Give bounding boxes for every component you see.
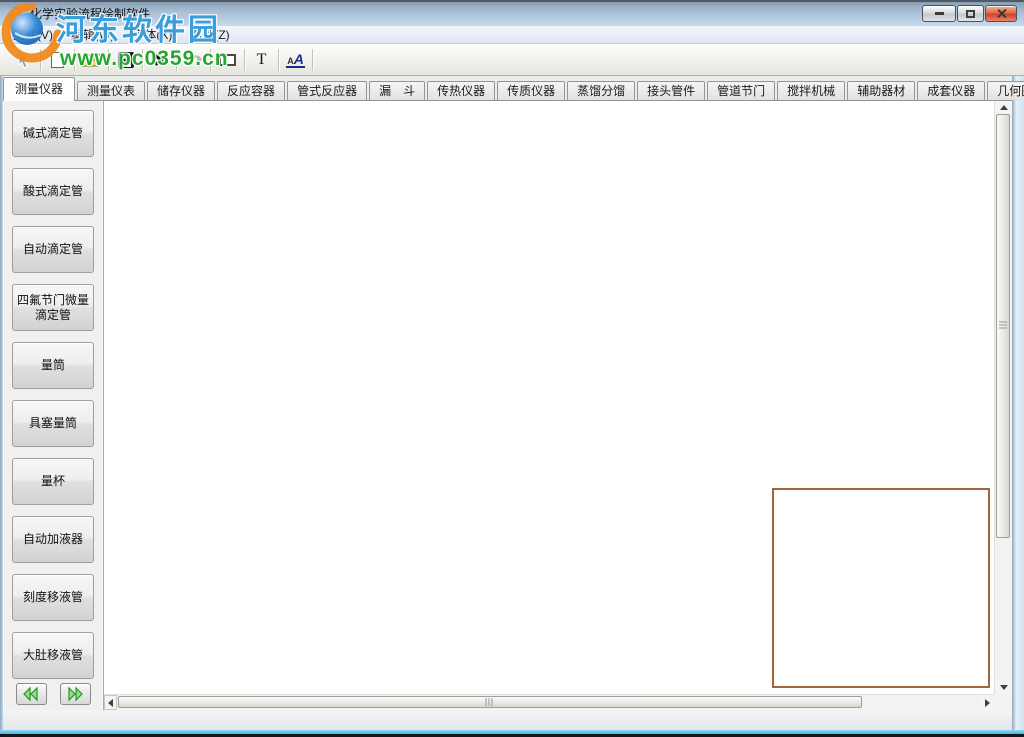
window-title: 化学实验流程绘制软件	[30, 7, 151, 21]
item-volumetric-pipette-button[interactable]: 大肚移液管	[12, 632, 94, 679]
scroll-down-button[interactable]	[995, 681, 1012, 694]
open-folder-icon	[81, 52, 102, 66]
new-document-button[interactable]	[42, 47, 73, 73]
item-auto-burette-button[interactable]: 自动滴定管	[12, 226, 94, 273]
double-arrow-right-icon	[68, 686, 83, 702]
tab-measuring-instruments[interactable]: 测量仪器	[3, 77, 76, 101]
tab-heat-transfer[interactable]: 传热仪器	[427, 81, 496, 100]
text-tool-button[interactable]: T	[246, 47, 277, 73]
save-icon	[117, 51, 134, 68]
close-button[interactable]	[985, 5, 1017, 22]
scrollbar-corner	[994, 694, 1012, 710]
drawn-rectangle-shape[interactable]	[772, 488, 990, 688]
page-previous-button[interactable]	[15, 683, 47, 705]
toolbar-separator	[108, 48, 109, 71]
sidebar-pager	[3, 683, 103, 705]
drawing-canvas[interactable]	[104, 101, 994, 694]
tab-storage-vessels[interactable]: 储存仪器	[147, 81, 216, 100]
tab-joints-fittings[interactable]: 接头管件	[637, 81, 706, 100]
vertical-scrollbar-thumb[interactable]	[996, 114, 1010, 538]
window-frame-bottom	[0, 730, 1024, 737]
new-document-icon	[51, 51, 64, 68]
canvas-zone	[104, 101, 1012, 710]
title-bar: 化学实验流程绘制软件	[0, 0, 1024, 26]
tab-stirring-machinery[interactable]: 搅拌机械	[777, 81, 846, 100]
tab-tube-reactors[interactable]: 管式反应器	[287, 81, 368, 100]
tab-distillation[interactable]: 蒸馏分馏	[567, 81, 636, 100]
scroll-left-button[interactable]	[104, 695, 117, 710]
toolbar: T A A	[0, 44, 1024, 76]
tab-reaction-vessels[interactable]: 反应容器	[217, 81, 286, 100]
status-bar	[3, 710, 1012, 730]
delete-button[interactable]	[144, 47, 175, 73]
tab-pipe-valves[interactable]: 管道节门	[707, 81, 776, 100]
font-tool-button[interactable]: A A	[280, 47, 311, 73]
tab-funnels[interactable]: 漏 斗	[369, 81, 426, 100]
delete-cross-icon	[153, 53, 167, 67]
tab-auxiliary-equipment[interactable]: 辅助器材	[847, 81, 916, 100]
tab-geometric-shapes[interactable]: 几何图形	[987, 81, 1024, 100]
minimize-button[interactable]	[922, 5, 956, 22]
horizontal-scrollbar-thumb[interactable]	[118, 696, 862, 708]
toolbar-separator	[210, 48, 211, 71]
instrument-sidebar: 碱式滴定管 酸式滴定管 自动滴定管 四氟节门微量滴定管 量筒 具塞量筒 量杯 自…	[3, 101, 104, 710]
scroll-up-button[interactable]	[995, 101, 1012, 114]
tab-complete-sets[interactable]: 成套仪器	[917, 81, 986, 100]
text-tool-icon: T	[256, 50, 267, 68]
toolbar-separator	[40, 48, 41, 71]
arrow-right-icon	[985, 698, 990, 707]
rectangle-icon	[219, 53, 236, 66]
menu-edit[interactable]: 编辑(W)	[62, 25, 123, 44]
tab-measuring-meters[interactable]: 测量仪表	[77, 81, 146, 100]
maximize-button[interactable]	[957, 5, 984, 22]
redo-button[interactable]	[178, 47, 209, 73]
arrow-left-icon	[108, 698, 113, 707]
item-acid-burette-button[interactable]: 酸式滴定管	[12, 168, 94, 215]
page-next-button[interactable]	[59, 683, 91, 705]
maximize-icon	[966, 9, 975, 18]
pointer-tool-button[interactable]	[8, 47, 39, 73]
arrow-down-icon	[999, 685, 1008, 690]
open-file-button[interactable]	[76, 47, 107, 73]
font-icon: A A	[286, 50, 305, 68]
double-arrow-left-icon	[23, 686, 38, 702]
toolbar-separator	[278, 48, 279, 71]
arrow-up-icon	[999, 105, 1008, 110]
scroll-right-button[interactable]	[981, 695, 994, 710]
toolbar-separator	[312, 48, 313, 71]
category-tab-bar: 测量仪器 测量仪表 储存仪器 反应容器 管式反应器 漏 斗 传热仪器 传质仪器 …	[3, 76, 1024, 101]
menu-help[interactable]: 帮助(Z)	[181, 25, 238, 44]
item-stoppered-cylinder-button[interactable]: 具塞量筒	[12, 400, 94, 447]
app-icon	[10, 7, 22, 22]
toolbar-separator	[142, 48, 143, 71]
main-content: 碱式滴定管 酸式滴定管 自动滴定管 四氟节门微量滴定管 量筒 具塞量筒 量杯 自…	[3, 100, 1012, 710]
minimize-icon	[934, 12, 944, 15]
toolbar-separator	[244, 48, 245, 71]
vertical-scrollbar[interactable]	[994, 101, 1012, 694]
toolbar-separator	[74, 48, 75, 71]
item-measuring-cup-button[interactable]: 量杯	[12, 458, 94, 505]
save-file-button[interactable]	[110, 47, 141, 73]
menu-font[interactable]: 字体(X)	[123, 25, 181, 44]
toolbar-separator	[176, 48, 177, 71]
item-base-burette-button[interactable]: 碱式滴定管	[12, 110, 94, 157]
item-graduated-cylinder-button[interactable]: 量筒	[12, 342, 94, 389]
menu-bar: 文件(V) 编辑(W) 字体(X) 帮助(Z)	[0, 26, 1024, 44]
horizontal-scrollbar[interactable]	[104, 694, 994, 710]
item-auto-dispenser-button[interactable]: 自动加液器	[12, 516, 94, 563]
redo-arrow-icon	[185, 54, 203, 65]
item-ptfe-micro-burette-button[interactable]: 四氟节门微量滴定管	[12, 284, 94, 331]
app-window: 化学实验流程绘制软件 文件(V) 编辑(W) 字体(X) 帮助(Z) T A A…	[0, 0, 1024, 737]
close-icon	[996, 8, 1007, 19]
item-graduated-pipette-button[interactable]: 刻度移液管	[12, 574, 94, 621]
pointer-icon	[17, 50, 30, 69]
menu-file[interactable]: 文件(V)	[4, 25, 62, 44]
window-frame-right	[1012, 26, 1024, 730]
rectangle-tool-button[interactable]	[212, 47, 243, 73]
tab-mass-transfer[interactable]: 传质仪器	[497, 81, 566, 100]
